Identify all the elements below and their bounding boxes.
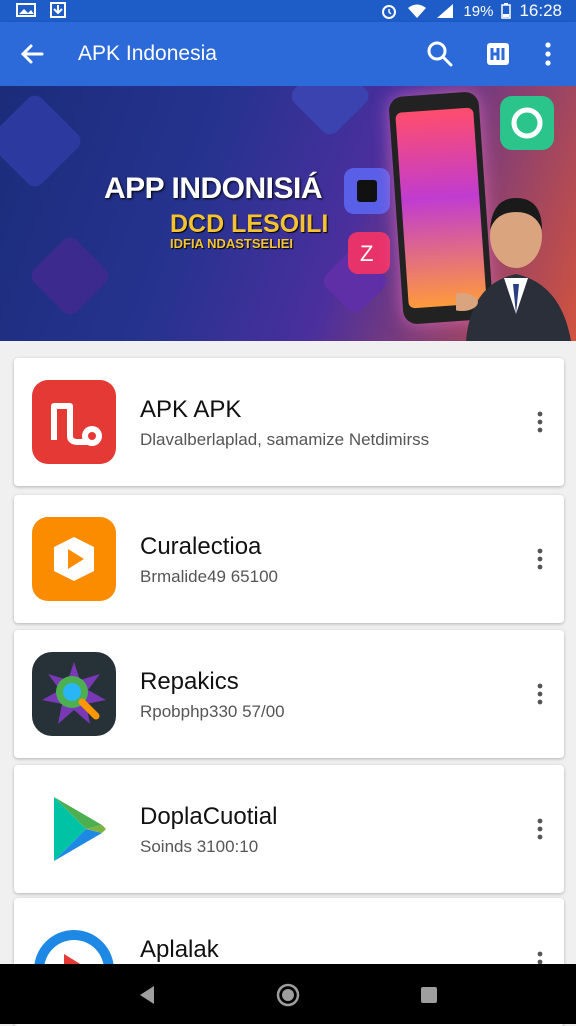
more-vert-icon[interactable] [532,38,564,70]
app-name: APK APK [140,396,242,423]
decor-shape [287,86,373,139]
more-vert-icon[interactable] [530,404,550,440]
more-vert-icon[interactable] [530,676,550,712]
list-item[interactable]: Curalectioa Brmalide49 65100 [14,495,564,623]
app-subtitle: Soinds 3100:10 [140,837,259,856]
person-illustration [456,198,571,341]
more-vert-icon[interactable] [530,811,550,847]
app-name: Curalectioa [140,533,262,560]
app-subtitle: Rpobphp330 57/00 [140,702,285,721]
wifi-icon [408,4,427,18]
battery-percent: 19% [463,2,494,20]
play-store-icon [54,797,106,861]
recents-square-icon[interactable] [414,980,444,1010]
decor-shape [0,91,85,191]
back-triangle-icon[interactable] [132,980,162,1010]
clock: 16:28 [519,1,562,20]
alarm-icon [382,5,397,19]
app-name: DoplaCuotial [140,803,278,830]
search-icon[interactable] [424,38,456,70]
app-subtitle: Dlavalberlaplad, samamize Netdimirss [140,430,430,449]
status-bar: 19% 16:28 [0,0,576,22]
app-subtitle: Brmalide49 65100 [140,567,278,586]
floating-app-icon: Z [348,232,390,274]
gallery-icon [16,3,36,17]
orange-play-icon [32,517,116,601]
refresh-app-icon [500,96,554,150]
promo-banner[interactable]: APP INDONISIÁ DCD LESOILI IDFIA NDASTSEL… [0,86,576,341]
list-item[interactable]: APK APK Dlavalberlaplad, samamize Netdim… [14,358,564,486]
app-name: Repakics [140,668,239,695]
home-circle-icon[interactable] [273,980,303,1010]
svg-text:Z: Z [360,241,373,266]
signal-icon [437,4,454,18]
battery-icon [501,3,512,19]
page-title: APK Indonesia [78,42,217,65]
red-app-icon [32,380,116,464]
banner-headline: APP INDONISIÁ [104,172,323,205]
arrow-left-icon[interactable] [16,38,48,70]
app-icon[interactable] [482,38,514,70]
app-name: Aplalak [140,936,219,963]
banner-caption: IDFIA NDASTSELIEI [170,236,294,251]
system-nav-bar [0,964,576,1024]
list-item[interactable]: Repakics Rpobphp330 57/00 [14,630,564,758]
magnifier-icon [32,652,116,736]
app-bar: APK Indonesia [0,22,576,86]
more-vert-icon[interactable] [530,541,550,577]
banner-subtitle: DCD LESOILI [170,210,329,238]
list-item[interactable]: DoplaCuotial Soinds 3100:10 [14,765,564,893]
floating-app-icon [344,168,390,214]
decor-shape [27,233,113,319]
download-icon [50,2,66,18]
